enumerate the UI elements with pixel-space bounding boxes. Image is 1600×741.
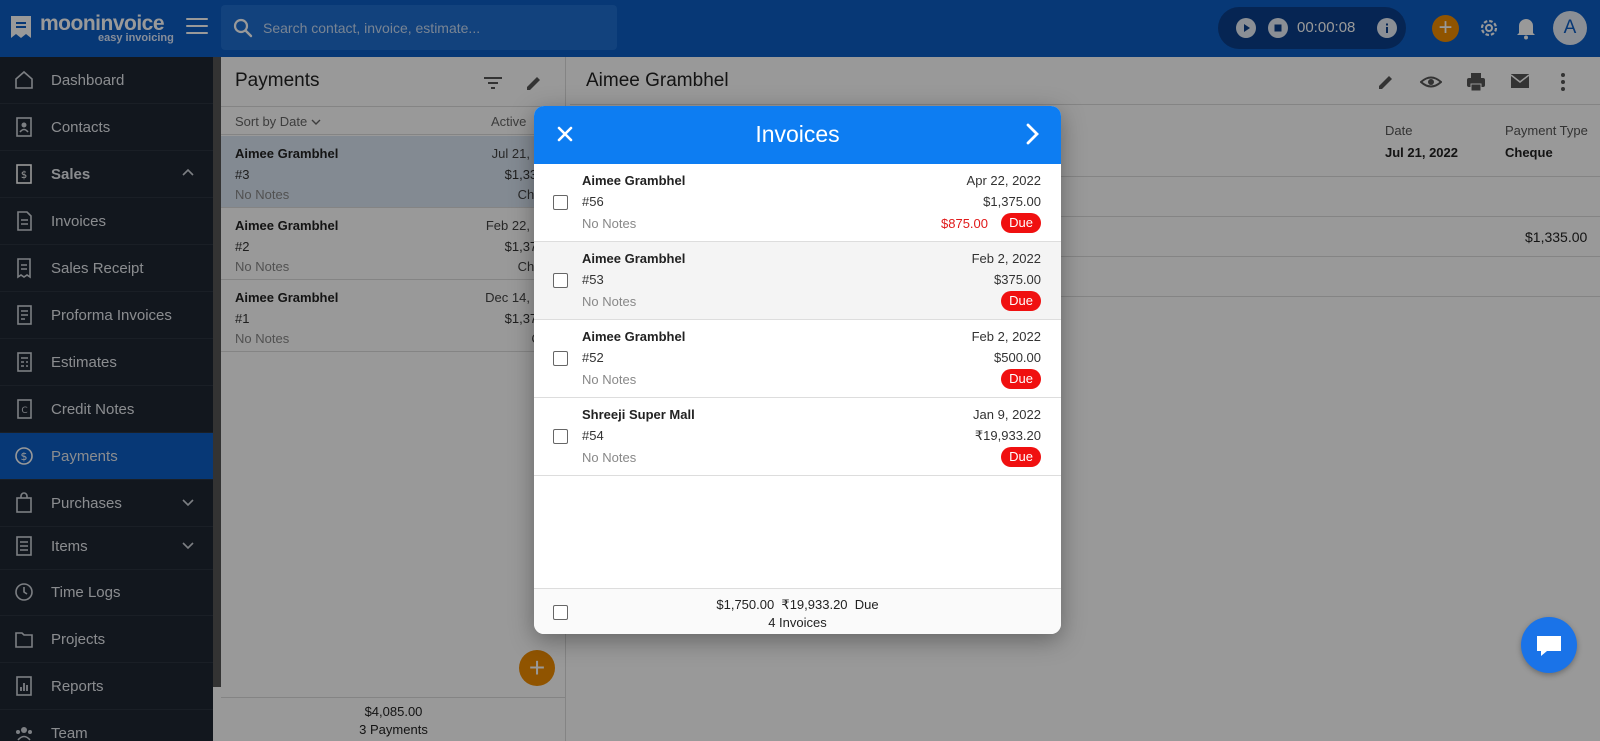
invoice-number: #53 (582, 272, 604, 287)
invoice-amount: $375.00 (994, 272, 1041, 287)
invoice-notes: No Notes (582, 450, 637, 465)
invoice-amount: $1,375.00 (983, 194, 1041, 209)
invoice-date: Apr 22, 2022 (966, 173, 1041, 188)
invoice-date: Feb 2, 2022 (971, 329, 1041, 344)
invoice-row[interactable]: Shreeji Super Mall Jan 9, 2022 #54 ₹19,9… (534, 398, 1061, 476)
chevron-right-icon[interactable] (1022, 122, 1042, 146)
invoice-contact: Aimee Grambhel (582, 329, 686, 344)
invoices-modal: Invoices Aimee Grambhel Apr 22, 2022 #56… (534, 106, 1061, 634)
invoice-number: #54 (582, 428, 604, 443)
invoices-count: 4 Invoices (768, 615, 827, 630)
status-badge: Due (1001, 369, 1041, 389)
chat-icon (1537, 636, 1561, 656)
invoice-checkbox[interactable] (553, 351, 568, 366)
invoice-date: Feb 2, 2022 (971, 251, 1041, 266)
invoice-contact: Aimee Grambhel (582, 251, 686, 266)
invoice-row[interactable]: Aimee Grambhel Feb 2, 2022 #52 $500.00 N… (534, 320, 1061, 398)
invoice-checkbox[interactable] (553, 273, 568, 288)
invoice-number: #56 (582, 194, 604, 209)
status-badge: Due (1001, 447, 1041, 467)
status-badge: Due (1001, 291, 1041, 311)
invoice-notes: No Notes (582, 294, 637, 309)
invoice-checkbox[interactable] (553, 195, 568, 210)
modal-header: Invoices (534, 106, 1061, 164)
invoice-balance: $875.00 (941, 216, 988, 231)
invoice-checkbox[interactable] (553, 429, 568, 444)
chat-button[interactable] (1521, 617, 1577, 673)
invoice-number: #52 (582, 350, 604, 365)
invoices-total: $1,750.00 ₹19,933.20 Due (716, 597, 879, 612)
invoice-row[interactable]: Aimee Grambhel Feb 2, 2022 #53 $375.00 N… (534, 242, 1061, 320)
status-badge: Due (1001, 213, 1041, 233)
invoice-date: Jan 9, 2022 (973, 407, 1041, 422)
modal-title: Invoices (755, 121, 840, 147)
invoice-notes: No Notes (582, 372, 637, 387)
invoice-amount: ₹19,933.20 (974, 428, 1041, 443)
invoice-notes: No Notes (582, 216, 637, 231)
invoice-amount: $500.00 (994, 350, 1041, 365)
invoice-contact: Shreeji Super Mall (582, 407, 695, 422)
invoice-row[interactable]: Aimee Grambhel Apr 22, 2022 #56 $1,375.0… (534, 164, 1061, 242)
modal-footer: $1,750.00 ₹19,933.20 Due 4 Invoices (534, 588, 1061, 634)
invoice-contact: Aimee Grambhel (582, 173, 686, 188)
